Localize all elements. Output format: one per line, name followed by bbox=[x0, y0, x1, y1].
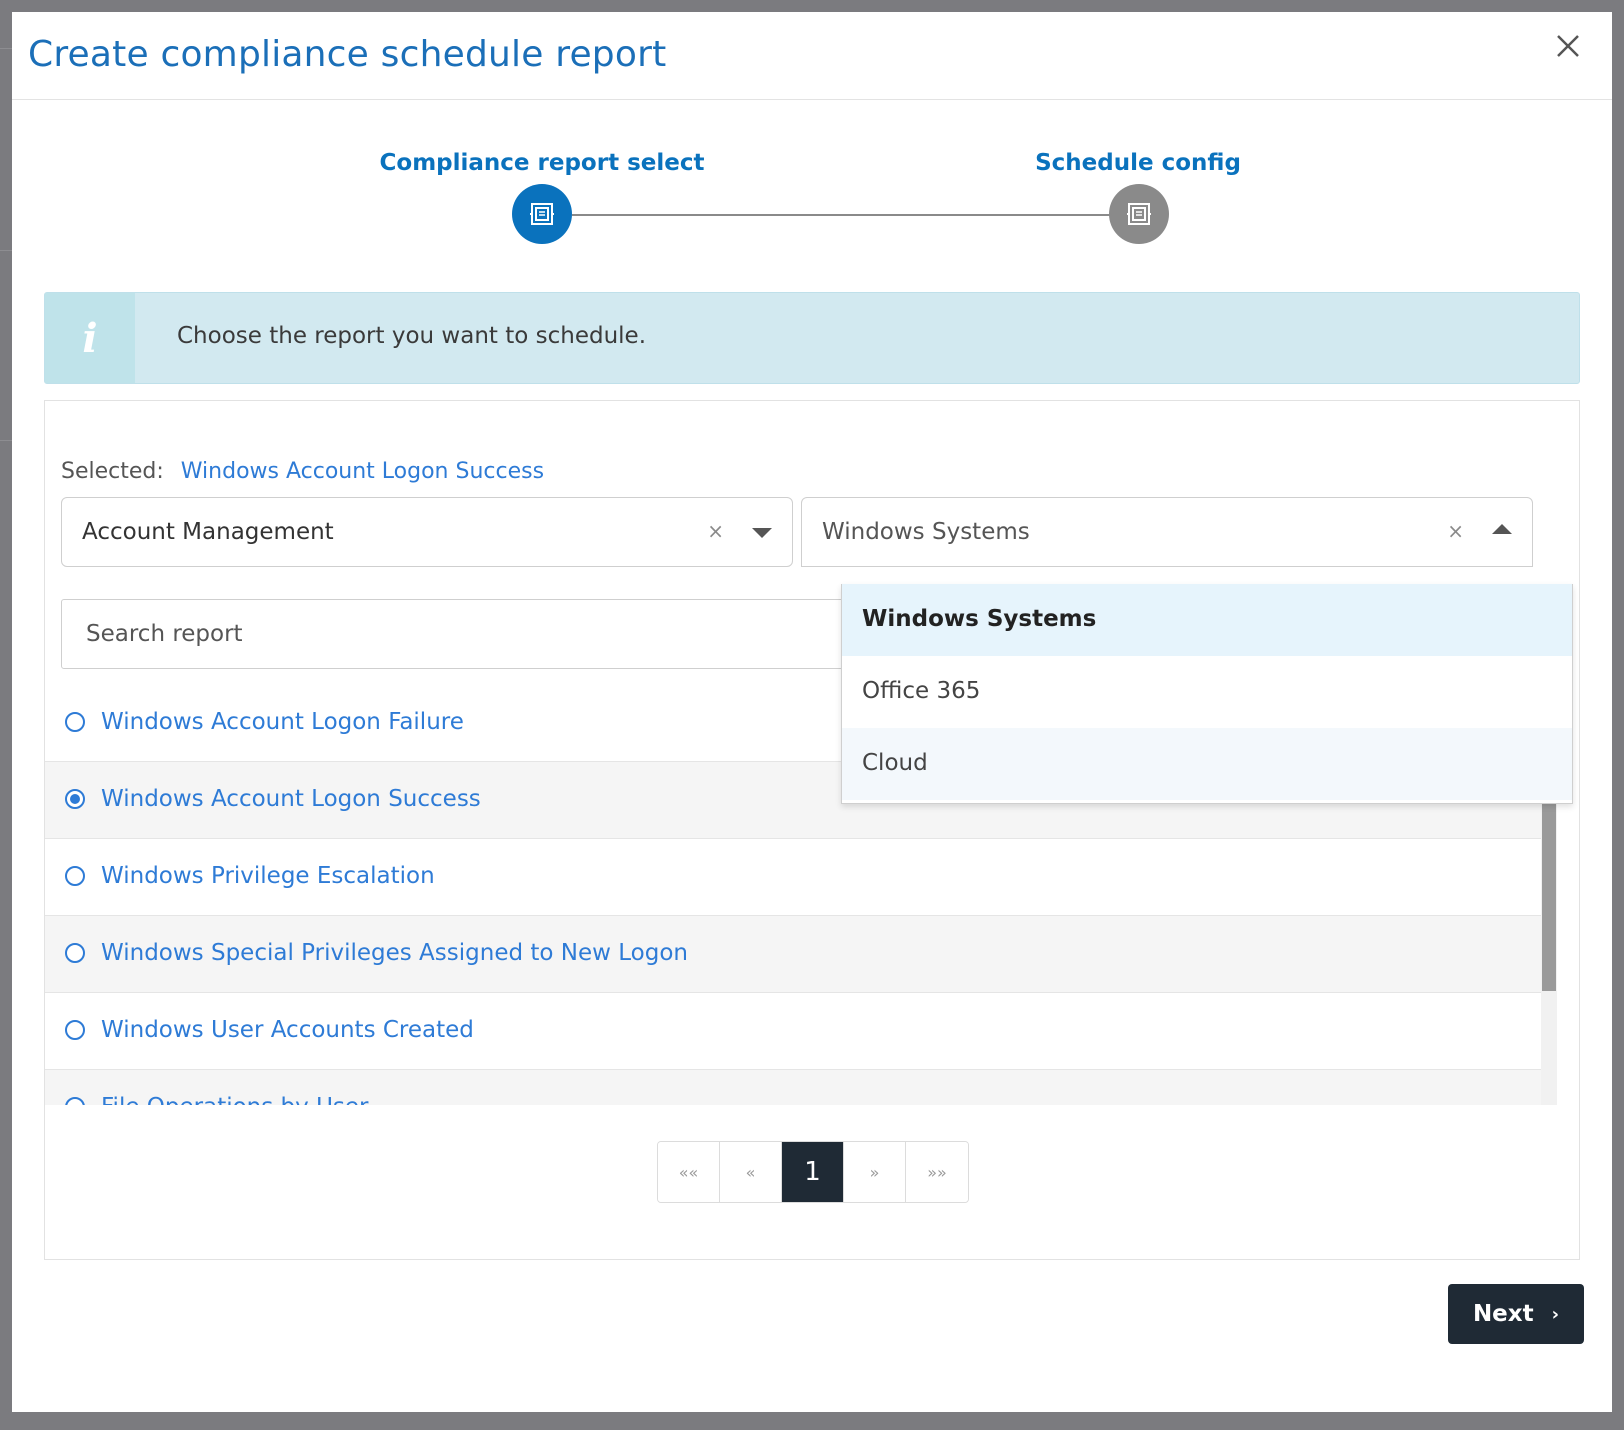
dropdown-option-windows-systems[interactable]: Windows Systems bbox=[842, 584, 1572, 656]
radio-button[interactable] bbox=[65, 1097, 85, 1105]
info-text: Choose the report you want to schedule. bbox=[177, 323, 647, 349]
chevron-up-icon[interactable] bbox=[1492, 524, 1512, 534]
list-item[interactable]: Windows Privilege Escalation bbox=[45, 839, 1541, 916]
chevron-right-icon: › bbox=[1551, 1303, 1560, 1325]
platform-dropdown-menu: Windows Systems Office 365 Cloud bbox=[841, 584, 1573, 804]
last-page-button[interactable]: »» bbox=[906, 1142, 968, 1202]
next-page-button[interactable]: » bbox=[844, 1142, 906, 1202]
radio-button[interactable] bbox=[65, 712, 85, 732]
category-clear-icon[interactable]: × bbox=[707, 519, 724, 543]
step-schedule-config[interactable] bbox=[1109, 184, 1169, 244]
close-button[interactable] bbox=[1548, 26, 1588, 66]
platform-select[interactable]: Windows Systems × bbox=[801, 497, 1533, 567]
list-item[interactable]: Windows Special Privileges Assigned to N… bbox=[45, 916, 1541, 993]
selected-report-value: Windows Account Logon Success bbox=[180, 459, 545, 484]
close-icon bbox=[1557, 35, 1579, 57]
report-selection-panel: Selected: Windows Account Logon Success … bbox=[44, 400, 1580, 1260]
report-label: Windows Special Privileges Assigned to N… bbox=[101, 940, 688, 966]
info-icon: i bbox=[45, 293, 135, 383]
pagination: «« « 1 » »» bbox=[657, 1141, 969, 1203]
current-page-button[interactable]: 1 bbox=[782, 1142, 844, 1202]
report-label: Windows Account Logon Success bbox=[101, 786, 481, 812]
modal-dialog: Create compliance schedule report Compli… bbox=[12, 12, 1612, 1412]
modal-title: Create compliance schedule report bbox=[28, 34, 667, 75]
report-label: Windows User Accounts Created bbox=[101, 1017, 474, 1043]
step-connector bbox=[572, 214, 1128, 216]
report-icon bbox=[530, 203, 554, 225]
category-select-value: Account Management bbox=[82, 519, 334, 545]
selected-label: Selected: bbox=[61, 459, 164, 484]
first-page-button[interactable]: «« bbox=[658, 1142, 720, 1202]
selected-report-line: Selected: Windows Account Logon Success bbox=[61, 459, 544, 484]
next-button[interactable]: Next › bbox=[1448, 1284, 1584, 1344]
step-report-select[interactable] bbox=[512, 184, 572, 244]
modal-header: Create compliance schedule report bbox=[12, 12, 1612, 100]
radio-button[interactable] bbox=[65, 789, 85, 809]
list-item[interactable]: Windows User Accounts Created bbox=[45, 993, 1541, 1070]
report-label: File Operations by User bbox=[101, 1094, 369, 1105]
dropdown-option-label: Office 365 bbox=[862, 678, 981, 704]
chevron-down-icon[interactable] bbox=[752, 528, 772, 538]
prev-page-button[interactable]: « bbox=[720, 1142, 782, 1202]
list-item[interactable]: File Operations by User bbox=[45, 1070, 1541, 1105]
info-banner: i Choose the report you want to schedule… bbox=[44, 292, 1580, 384]
dropdown-option-label: Cloud bbox=[862, 750, 928, 776]
radio-button[interactable] bbox=[65, 943, 85, 963]
step-label-report-select: Compliance report select bbox=[379, 150, 705, 176]
dropdown-option-label: Windows Systems bbox=[862, 606, 1097, 632]
platform-clear-icon[interactable]: × bbox=[1447, 519, 1464, 543]
dropdown-option-cloud[interactable]: Cloud bbox=[842, 728, 1572, 800]
radio-button[interactable] bbox=[65, 866, 85, 886]
report-label: Windows Account Logon Failure bbox=[101, 709, 464, 735]
dropdown-option-office-365[interactable]: Office 365 bbox=[842, 656, 1572, 728]
report-icon bbox=[1127, 203, 1151, 225]
report-label: Windows Privilege Escalation bbox=[101, 863, 435, 889]
step-label-schedule-config: Schedule config bbox=[1035, 150, 1241, 176]
radio-button[interactable] bbox=[65, 1020, 85, 1040]
next-button-label: Next bbox=[1472, 1301, 1534, 1327]
category-select[interactable]: Account Management × bbox=[61, 497, 793, 567]
platform-select-value: Windows Systems bbox=[822, 519, 1030, 545]
